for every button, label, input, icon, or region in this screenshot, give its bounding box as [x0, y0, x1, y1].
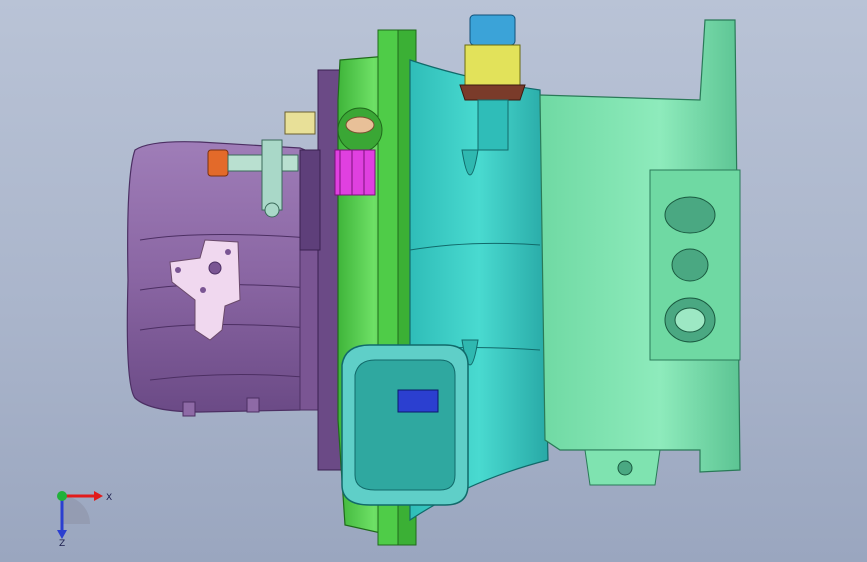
graphics-viewport[interactable]: X Z — [0, 0, 867, 562]
y-axis-dot — [57, 491, 67, 501]
turbine-housing[interactable] — [539, 19, 741, 486]
inspection-flange[interactable] — [341, 344, 469, 506]
z-axis-label: Z — [59, 539, 65, 548]
x-axis-label: X — [106, 493, 112, 503]
engine-model[interactable] — [0, 0, 867, 562]
coordinate-triad: X Z — [57, 491, 112, 548]
